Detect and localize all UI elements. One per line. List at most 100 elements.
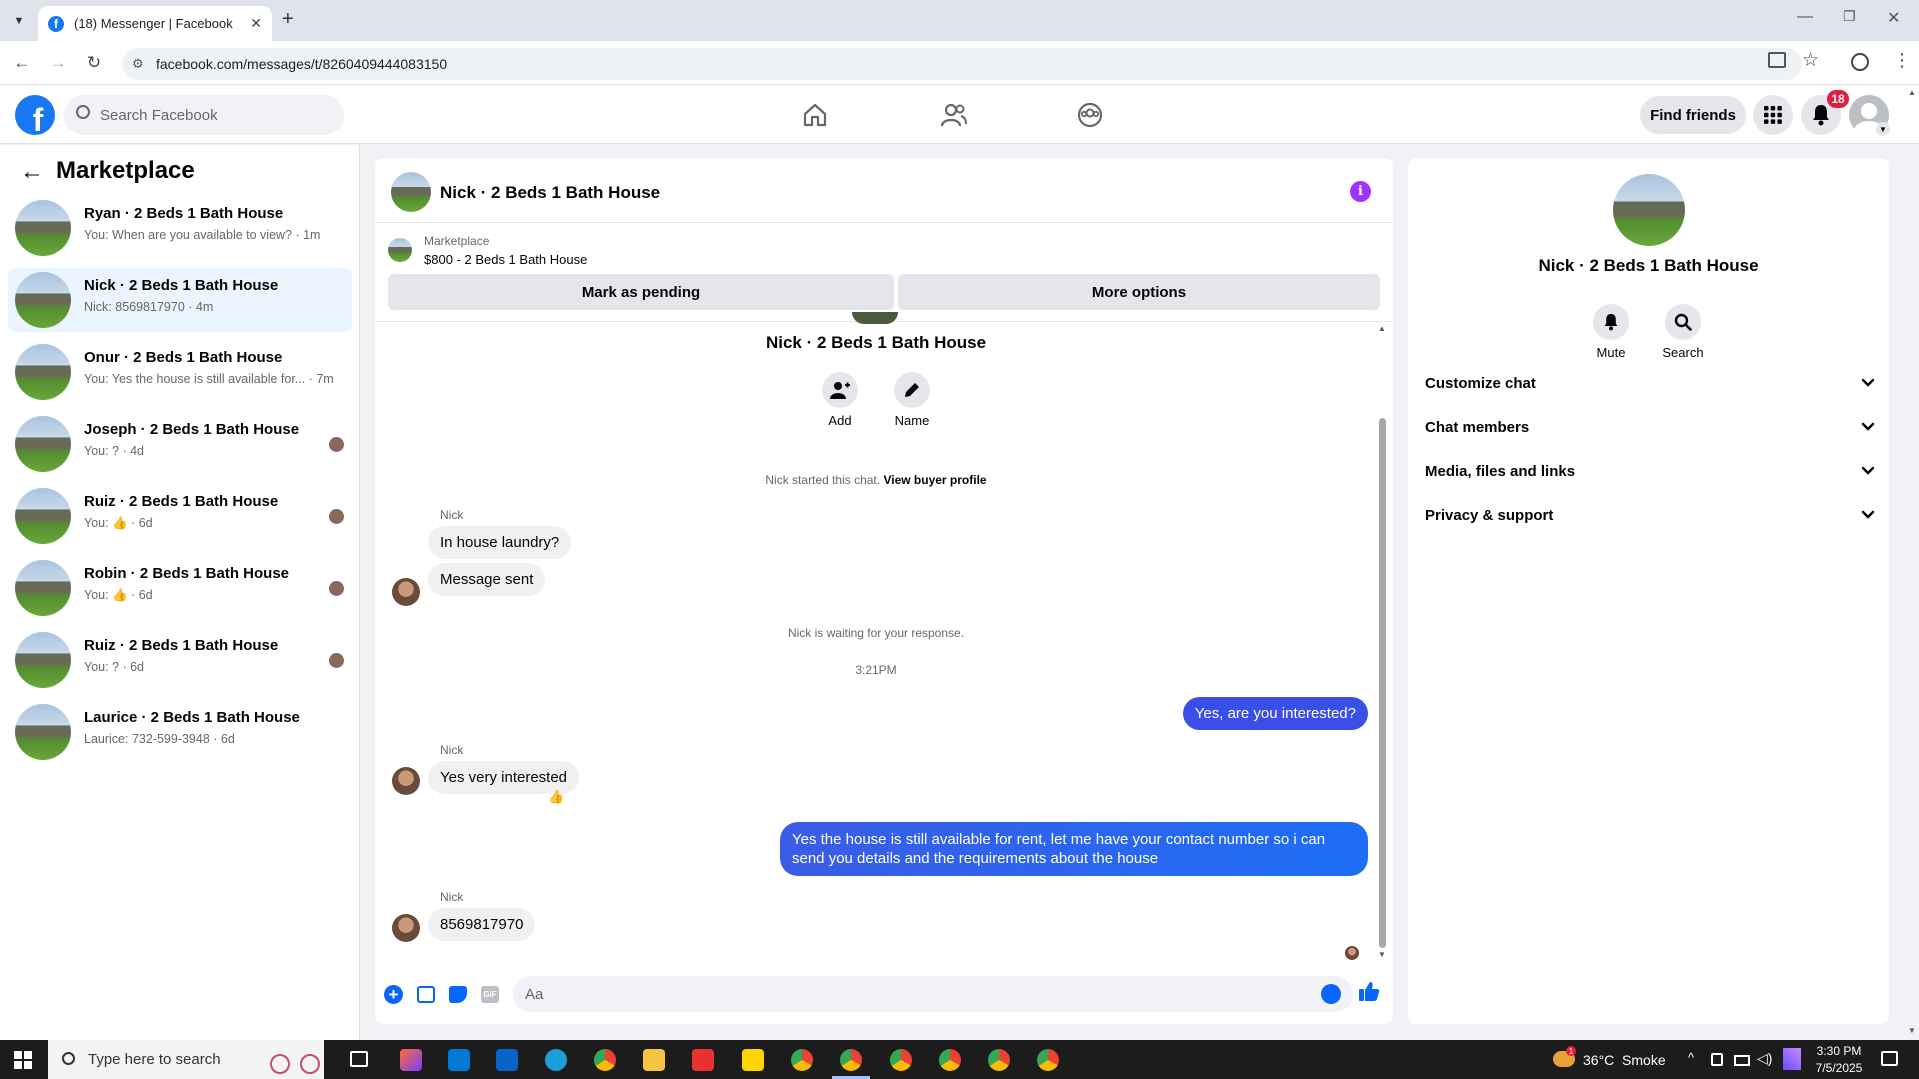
details-section[interactable]: Customize chat (1425, 365, 1875, 401)
chat-header-title[interactable]: Nick · 2 Beds 1 Bath House (440, 183, 660, 203)
pen-icon[interactable] (1783, 1048, 1801, 1070)
window-restore-button[interactable]: ❐ (1843, 8, 1856, 25)
attach-photo-icon[interactable] (417, 986, 435, 1003)
profile-icon[interactable] (1851, 53, 1869, 71)
forward-icon[interactable]: → (47, 52, 69, 74)
chat-header-avatar[interactable] (391, 172, 431, 212)
conversation-preview: You: When are you available to view? · 1… (84, 228, 321, 242)
search-chat-button[interactable] (1665, 304, 1701, 340)
edit-name-button[interactable] (894, 372, 930, 408)
like-send-icon[interactable] (1358, 980, 1380, 1008)
window-minimize-button[interactable]: — (1797, 8, 1813, 26)
anydesk-icon[interactable] (692, 1049, 714, 1071)
page-scroll-up[interactable]: ▲ (1908, 88, 1916, 97)
chrome-profile-icon[interactable] (840, 1049, 862, 1071)
mark-as-pending-button[interactable]: Mark as pending (388, 274, 894, 310)
conversation-item[interactable]: Joseph · 2 Beds 1 Bath House You: ? · 4d (8, 412, 352, 476)
chrome-profile-icon[interactable] (939, 1049, 961, 1071)
section-label: Chat members (1425, 418, 1530, 436)
store-icon[interactable] (448, 1049, 470, 1071)
reload-icon[interactable]: ↻ (83, 52, 105, 74)
facebook-logo-icon[interactable]: f (15, 95, 55, 135)
account-chevron-icon[interactable]: ▼ (1876, 122, 1890, 136)
bookmark-star-icon[interactable]: ☆ (1802, 49, 1819, 72)
weather-text[interactable]: 36°C Smoke (1583, 1052, 1666, 1068)
conversation-avatar (15, 704, 71, 760)
file-explorer-icon[interactable] (643, 1049, 665, 1071)
tab-close-icon[interactable]: ✕ (250, 15, 262, 32)
sticky-notes-icon[interactable] (742, 1049, 764, 1071)
message-input[interactable]: Aa (513, 976, 1353, 1012)
scroll-down-arrow[interactable]: ▼ (1378, 950, 1386, 959)
mute-button[interactable] (1593, 304, 1629, 340)
details-section[interactable]: Chat members (1425, 409, 1875, 445)
sender-avatar[interactable] (392, 767, 420, 795)
edge-icon[interactable] (545, 1049, 567, 1071)
add-people-button[interactable] (822, 372, 858, 408)
scroll-up-arrow[interactable]: ▲ (1378, 324, 1386, 333)
outgoing-message[interactable]: Yes the house is still available for ren… (780, 822, 1368, 876)
more-actions-icon[interactable]: + (384, 985, 403, 1004)
conversation-item[interactable]: Ruiz · 2 Beds 1 Bath House You: 👍 · 6d (8, 484, 352, 548)
browser-menu-icon[interactable]: ⋮ (1893, 50, 1911, 71)
notification-center-icon[interactable] (1881, 1051, 1898, 1066)
home-icon[interactable] (802, 102, 828, 128)
url-field[interactable]: ⚙ facebook.com/messages/t/82604094440831… (122, 48, 1802, 80)
chrome-profile-icon[interactable] (1037, 1049, 1059, 1071)
back-icon[interactable]: ← (11, 52, 33, 74)
conversation-item[interactable]: Robin · 2 Beds 1 Bath House You: 👍 · 6d (8, 556, 352, 620)
conversation-item[interactable]: Onur · 2 Beds 1 Bath House You: Yes the h… (8, 340, 352, 404)
listing-title[interactable]: $800 - 2 Beds 1 Bath House (424, 252, 587, 267)
incoming-message[interactable]: Message sent (428, 563, 546, 596)
conversation-item[interactable]: Ruiz · 2 Beds 1 Bath House You: ? · 6d (8, 628, 352, 692)
clock-time[interactable]: 3:30 PM (1804, 1044, 1874, 1058)
window-close-button[interactable]: ✕ (1887, 8, 1900, 28)
back-arrow-icon[interactable]: ← (20, 158, 44, 186)
find-friends-button[interactable]: Find friends (1640, 96, 1746, 134)
sender-avatar[interactable] (392, 578, 420, 606)
chat-scrollbar-thumb[interactable] (1379, 418, 1386, 948)
conversation-item[interactable]: Laurice · 2 Beds 1 Bath House Laurice: 73… (8, 700, 352, 764)
outgoing-message[interactable]: Yes, are you interested? (1182, 697, 1368, 730)
emoji-icon[interactable] (1321, 984, 1341, 1004)
friends-icon[interactable] (940, 102, 968, 128)
view-buyer-profile-link[interactable]: View buyer profile (883, 473, 986, 487)
gif-icon[interactable]: GIF (481, 986, 499, 1003)
network-icon[interactable] (1734, 1055, 1750, 1066)
groups-icon[interactable] (1077, 102, 1103, 128)
tray-chevron-icon[interactable]: ^ (1688, 1050, 1694, 1065)
new-tab-button[interactable]: + (282, 8, 294, 31)
page-scroll-down[interactable]: ▼ (1908, 1026, 1916, 1035)
more-options-button[interactable]: More options (898, 274, 1380, 310)
started-text: Nick started this chat. (765, 473, 881, 487)
message-reaction[interactable]: 👍 (548, 789, 564, 805)
name-label: Name (894, 413, 930, 428)
task-view-icon[interactable] (350, 1051, 368, 1067)
sender-avatar[interactable] (392, 914, 420, 942)
listing-thumbnail[interactable] (388, 238, 412, 262)
chrome-profile-icon[interactable] (890, 1049, 912, 1071)
conversation-item[interactable]: Nick · 2 Beds 1 Bath House Nick: 85698179… (8, 268, 352, 332)
facebook-search-input[interactable]: Search Facebook (64, 95, 344, 135)
volume-icon[interactable]: ◁) (1757, 1050, 1772, 1067)
incoming-message[interactable]: In house laundry? (428, 526, 572, 559)
copilot-icon[interactable] (400, 1049, 422, 1071)
details-avatar[interactable] (1613, 174, 1685, 246)
chrome-icon[interactable] (594, 1049, 616, 1071)
site-info-icon[interactable]: ⚙ (132, 56, 144, 72)
install-app-icon[interactable] (1768, 52, 1786, 68)
menu-grid-icon[interactable] (1753, 95, 1793, 135)
chat-info-icon[interactable]: i (1350, 181, 1371, 202)
incoming-message[interactable]: 8569817970 (428, 908, 536, 941)
browser-tab[interactable]: f (18) Messenger | Facebook ✕ (38, 6, 272, 41)
clock-date[interactable]: 7/5/2025 (1804, 1061, 1874, 1075)
chrome-profile-icon[interactable] (791, 1049, 813, 1071)
outlook-icon[interactable] (496, 1049, 518, 1071)
details-section[interactable]: Media, files and links (1425, 453, 1875, 489)
tray-device-icon[interactable] (1711, 1053, 1723, 1066)
conversation-item[interactable]: Ryan · 2 Beds 1 Bath House You: When are … (8, 196, 352, 260)
details-section[interactable]: Privacy & support (1425, 497, 1875, 533)
chrome-profile-icon[interactable] (988, 1049, 1010, 1071)
tab-list-button[interactable]: ▼ (8, 10, 30, 32)
windows-start-icon[interactable] (14, 1051, 32, 1069)
